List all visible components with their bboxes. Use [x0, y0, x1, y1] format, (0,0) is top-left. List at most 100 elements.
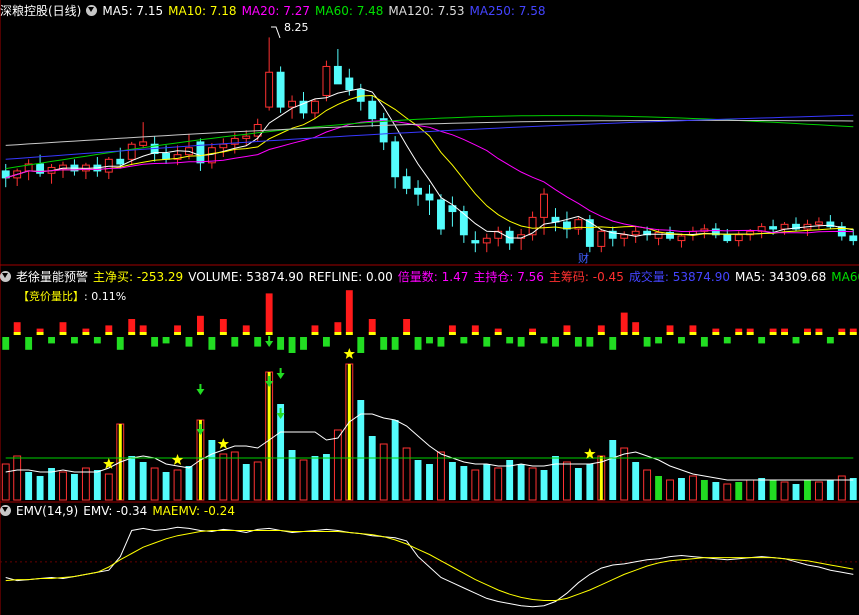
- candle-body: [734, 234, 743, 242]
- volume-bar: [609, 440, 617, 500]
- peak-price-label: 8.25: [284, 21, 309, 34]
- volume-indicator-0: 主净买: -253.29: [93, 270, 184, 284]
- volume-bar: [230, 451, 239, 501]
- net-sell-bar: [254, 337, 262, 347]
- candle-body: [769, 226, 778, 230]
- volume-bar: [93, 470, 101, 500]
- candle-body: [402, 176, 411, 189]
- volume-bar: [426, 464, 433, 500]
- price-indicator-5: MA250: 7.58: [469, 4, 546, 18]
- net-sell-bar: [574, 337, 582, 347]
- candle-body: [631, 230, 640, 236]
- volume-bar: [448, 462, 456, 500]
- emv-indicator-0: EMV: -0.34: [83, 504, 148, 518]
- volume-indicator-4: 主持仓: 7.56: [473, 270, 544, 284]
- volume-bar: [494, 467, 503, 501]
- net-sell-bar: [460, 337, 468, 344]
- net-sell-bar: [357, 337, 365, 353]
- event-marker[interactable]: 财: [578, 251, 589, 265]
- volume-bar-highlight: [347, 364, 351, 500]
- ma120-line: [5, 119, 854, 146]
- emv-panel: [0, 526, 859, 608]
- net-buy-cap: [666, 332, 674, 335]
- net-sell-bar: [540, 337, 548, 344]
- net-sell-bar: [483, 337, 491, 347]
- volume-bar: [185, 466, 193, 500]
- candle-body: [814, 221, 823, 225]
- net-sell-bar: [71, 337, 78, 344]
- volume-indicator-1: VOLUME: 53874.90: [188, 270, 304, 284]
- net-sell-bar: [151, 337, 159, 347]
- net-sell-bar: [700, 337, 708, 347]
- volume-bar: [574, 468, 582, 500]
- volume-bar: [540, 470, 548, 500]
- net-sell-bar: [48, 337, 55, 344]
- settings-icon[interactable]: [0, 505, 11, 516]
- volume-bar: [849, 478, 857, 500]
- net-buy-cap: [128, 332, 136, 335]
- star-marker: [584, 448, 596, 459]
- volume-indicator-7: MA5: 34309.68: [734, 270, 827, 284]
- candle-body: [368, 100, 377, 120]
- candle-body: [528, 216, 537, 236]
- emv-title: EMV(14,9): [16, 504, 79, 518]
- net-buy-cap: [849, 332, 857, 335]
- net-buy-cap: [620, 332, 628, 335]
- candle-body: [391, 141, 400, 178]
- candle-body: [322, 65, 331, 96]
- volume-bar: [712, 482, 720, 500]
- volume-bar: [483, 464, 491, 500]
- net-buy-cap: [196, 332, 204, 335]
- volume-bar: [253, 461, 262, 501]
- star-marker: [103, 458, 115, 469]
- volume-bar: [655, 476, 663, 500]
- net-sell-bar: [414, 337, 422, 350]
- volume-bar: [528, 467, 537, 501]
- candle-body: [162, 153, 171, 160]
- net-buy-cap: [403, 332, 411, 335]
- volume-bar: [13, 455, 22, 501]
- stock-chart[interactable]: 8.25 财 【竞价量比】: 0.11%: [0, 0, 859, 615]
- settings-icon[interactable]: [0, 271, 11, 282]
- price-panel: [1, 37, 858, 253]
- net-sell-bar: [678, 337, 685, 344]
- volume-bar: [804, 480, 811, 500]
- net-buy-cap: [311, 332, 319, 335]
- price-indicator-4: MA120: 7.53: [388, 4, 465, 18]
- volume-bar: [678, 478, 685, 500]
- price-indicator-1: MA10: 7.18: [168, 4, 237, 18]
- volume-bar: [368, 436, 376, 500]
- ma5-line: [5, 87, 854, 239]
- net-sell-bar: [322, 337, 330, 347]
- net-buy-cap: [265, 332, 273, 335]
- volume-indicator-8: MA60: 68193.4: [831, 270, 859, 284]
- net-buy-cap: [563, 332, 571, 335]
- volume-bar: [666, 479, 674, 501]
- net-sell-bar: [792, 337, 800, 344]
- volume-bar: [162, 472, 170, 500]
- candle-body: [849, 235, 858, 242]
- arrow-down-icon: [196, 389, 205, 395]
- net-buy-cap: [597, 332, 605, 335]
- volume-bar: [735, 482, 743, 500]
- volume-title: 老徐量能预警: [16, 270, 89, 284]
- net-sell-bar: [506, 337, 514, 344]
- net-buy-cap: [804, 332, 811, 335]
- net-buy-cap: [529, 332, 537, 335]
- volume-bar: [48, 468, 55, 500]
- candle-body: [780, 223, 789, 230]
- net-buy-cap: [174, 332, 181, 335]
- candle-body: [540, 193, 548, 218]
- volume-bar: [620, 447, 629, 501]
- net-sell-bar: [517, 337, 525, 347]
- volume-bar: [563, 461, 571, 501]
- volume-bar: [792, 484, 800, 500]
- candle-body: [471, 240, 480, 244]
- net-sell-bar: [758, 337, 766, 344]
- volume-bar: [173, 469, 182, 501]
- net-buy-cap: [59, 332, 67, 335]
- settings-icon[interactable]: [86, 5, 98, 16]
- candle-body: [116, 158, 125, 165]
- volume-bar: [688, 475, 697, 501]
- candle-body: [723, 234, 732, 242]
